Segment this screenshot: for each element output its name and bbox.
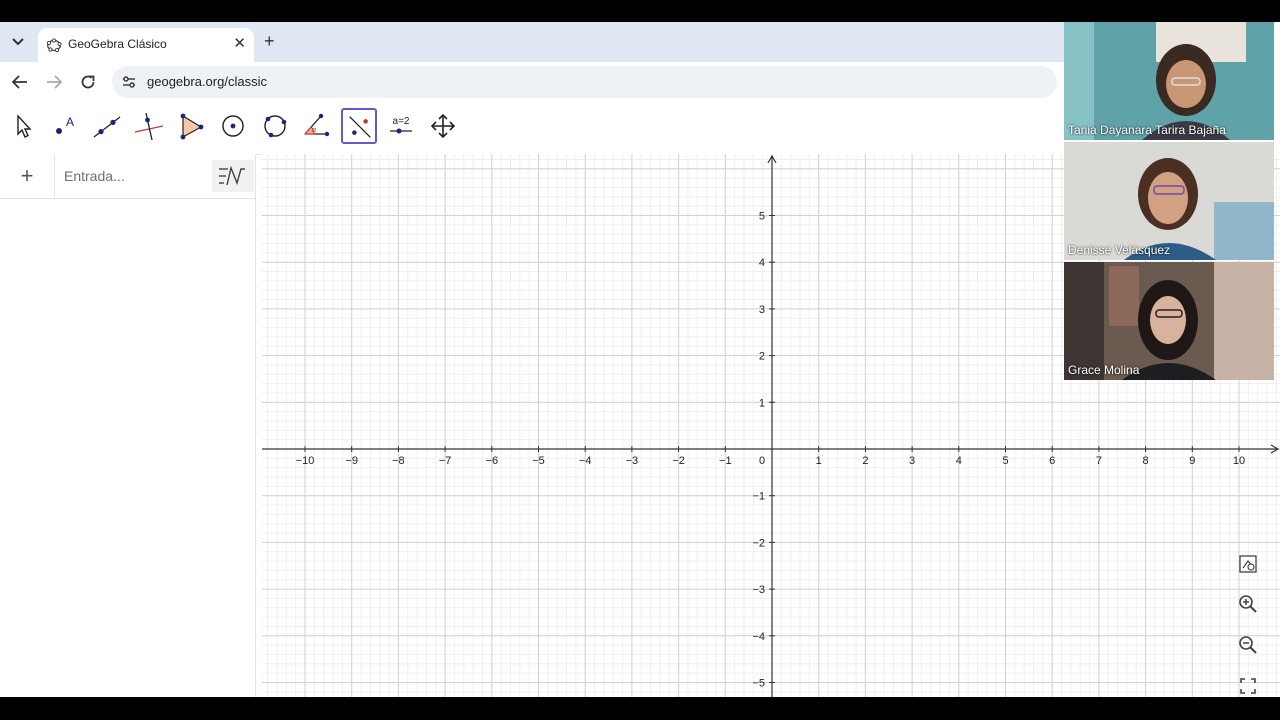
x-tick-label: 9	[1189, 455, 1195, 467]
x-tick-label: 3	[909, 455, 915, 467]
participant-name: Denisse Velásquez	[1068, 243, 1171, 257]
x-tick-label: 4	[956, 455, 962, 467]
y-tick-label: 1	[759, 397, 765, 409]
keyboard-toggle-button[interactable]	[212, 160, 254, 192]
y-tick-label: 5	[759, 211, 765, 223]
x-tick-label: 8	[1143, 455, 1149, 467]
reflect-about-line-icon	[349, 116, 371, 138]
x-tick-label: −8	[392, 455, 405, 467]
move-arrows-icon	[430, 113, 456, 139]
point-icon: A	[56, 115, 74, 134]
x-tick-label: 7	[1096, 455, 1102, 467]
perpendicular-line-tool-button[interactable]	[131, 108, 167, 144]
circle-three-points-tool-button[interactable]	[257, 108, 293, 144]
slider-tool-button[interactable]: a=2	[383, 108, 419, 144]
reload-icon[interactable]	[77, 72, 99, 92]
move-graphics-view-tool-button[interactable]	[425, 108, 461, 144]
x-tick-label: −5	[532, 455, 545, 467]
x-tick-label: −9	[345, 455, 358, 467]
add-plus-icon[interactable]: +	[0, 154, 55, 198]
x-tick-label: 2	[862, 455, 868, 467]
y-tick-label: 3	[759, 304, 765, 316]
participant-name: Tania Dayanara Tarira Bajaña	[1068, 123, 1226, 137]
y-tick-label: −4	[752, 631, 765, 643]
graphics-style-button[interactable]	[1234, 550, 1262, 578]
x-tick-label: 5	[1002, 455, 1008, 467]
y-tick-label: −2	[752, 537, 765, 549]
x-tick-label: −10	[296, 455, 315, 467]
video-tile-participant-2: Denisse Velásquez	[1064, 142, 1274, 260]
new-tab-plus-icon[interactable]: +	[264, 31, 275, 51]
y-tick-label: 2	[759, 351, 765, 363]
polygon-icon	[180, 113, 204, 140]
video-tile-participant-1: Tania Dayanara Tarira Bajaña	[1064, 22, 1274, 140]
screen: GeoGebra Clásico ✕ + geogebra.org/classi…	[0, 22, 1280, 697]
address-bar[interactable]: geogebra.org/classic	[112, 66, 1057, 98]
x-tick-label: 6	[1049, 455, 1055, 467]
zoom-in-button[interactable]	[1234, 590, 1262, 618]
algebra-input-row: +	[0, 154, 255, 199]
x-tick-label: −4	[579, 455, 592, 467]
forward-arrow-icon[interactable]	[43, 72, 65, 92]
x-tick-label: −6	[486, 455, 499, 467]
x-tick-label: 10	[1233, 455, 1245, 467]
svg-text:A: A	[66, 115, 74, 129]
y-tick-label: −1	[752, 491, 765, 503]
point-tool-button[interactable]: A	[47, 108, 83, 144]
x-tick-label: −2	[672, 455, 685, 467]
polygon-tool-button[interactable]	[173, 108, 209, 144]
angle-icon: α	[303, 113, 330, 137]
circle-center-icon	[222, 115, 244, 137]
x-tick-label: −7	[439, 455, 452, 467]
algebra-view: +	[0, 154, 256, 697]
browser-nav-bar: geogebra.org/classic	[0, 62, 1064, 102]
slider-icon: a=2	[390, 116, 412, 134]
y-tick-label: −5	[752, 678, 765, 690]
slider-icon-label: a=2	[393, 116, 410, 127]
fullscreen-button[interactable]	[1234, 672, 1262, 697]
participant-name: Grace Molina	[1068, 363, 1140, 377]
geogebra-logo-icon	[46, 38, 62, 53]
url-text: geogebra.org/classic	[147, 74, 267, 89]
angle-tool-button[interactable]: α	[299, 108, 335, 144]
close-tab-icon[interactable]: ✕	[233, 35, 246, 53]
y-tick-label: 4	[759, 257, 765, 269]
browser-tab-strip: GeoGebra Clásico ✕ +	[0, 22, 1064, 62]
circle-three-points-icon	[264, 115, 287, 138]
line-tool-button[interactable]	[89, 108, 125, 144]
site-settings-icon[interactable]	[122, 75, 136, 89]
circle-center-tool-button[interactable]	[215, 108, 251, 144]
x-tick-label: 1	[816, 455, 822, 467]
browser-tab[interactable]: GeoGebra Clásico ✕	[38, 28, 254, 62]
reflect-about-line-tool-button[interactable]	[341, 108, 377, 144]
math-keyboard-icon	[219, 165, 245, 186]
x-tick-label: −1	[719, 455, 732, 467]
geogebra-toolbar: A α a=2	[0, 102, 1064, 155]
move-tool-button[interactable]	[5, 108, 41, 144]
x-tick-label: −3	[626, 455, 639, 467]
x-tick-label: 0	[759, 455, 765, 467]
tab-title: GeoGebra Clásico	[68, 37, 167, 51]
back-arrow-icon[interactable]	[9, 72, 31, 92]
tab-search-chevron-icon[interactable]	[8, 32, 28, 52]
cursor-arrow-icon	[17, 114, 32, 138]
perpendicular-line-icon	[134, 112, 164, 141]
svg-text:α: α	[312, 127, 316, 134]
zoom-out-button[interactable]	[1234, 631, 1262, 659]
algebra-input[interactable]	[64, 167, 204, 185]
y-tick-label: −3	[752, 584, 765, 596]
style-bar-icon	[1239, 555, 1257, 573]
fullscreen-icon	[1240, 678, 1256, 694]
zoom-out-icon	[1239, 636, 1257, 654]
zoom-in-icon	[1239, 595, 1257, 613]
video-tile-participant-3: Grace Molina	[1064, 262, 1274, 380]
line-icon	[93, 116, 121, 138]
